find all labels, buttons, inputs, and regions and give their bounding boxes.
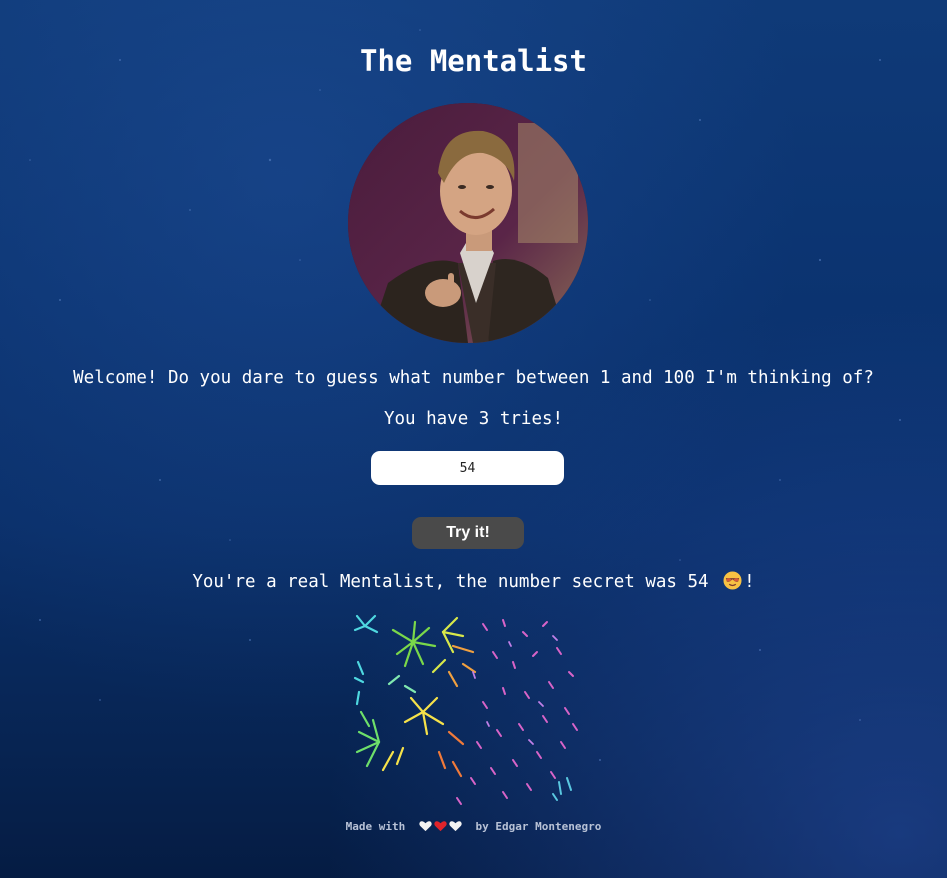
page-title: The Mentalist: [360, 44, 587, 78]
welcome-text: Welcome! Do you dare to guess what numbe…: [73, 368, 874, 388]
fireworks-animation: [353, 614, 578, 805]
red-heart-icon: [434, 821, 447, 832]
hearts-group: [418, 820, 463, 835]
try-it-button[interactable]: Try it!: [412, 517, 524, 549]
white-heart-icon: [419, 821, 432, 832]
author-text: by Edgar Montenegro: [475, 820, 602, 833]
made-with-text: Made with: [345, 820, 406, 833]
footer-credit: Made with by Edgar Montenegro: [0, 820, 947, 835]
result-text: You're a real Mentalist, the number secr…: [192, 572, 709, 592]
guess-input[interactable]: [371, 451, 564, 485]
result-message: You're a real Mentalist, the number secr…: [0, 571, 947, 592]
sunglasses-face-icon: [723, 571, 742, 590]
tries-text: You have 3 tries!: [383, 409, 564, 429]
mentalist-portrait: [348, 103, 588, 343]
result-trailing: !: [744, 572, 755, 592]
white-heart-icon: [449, 821, 462, 832]
